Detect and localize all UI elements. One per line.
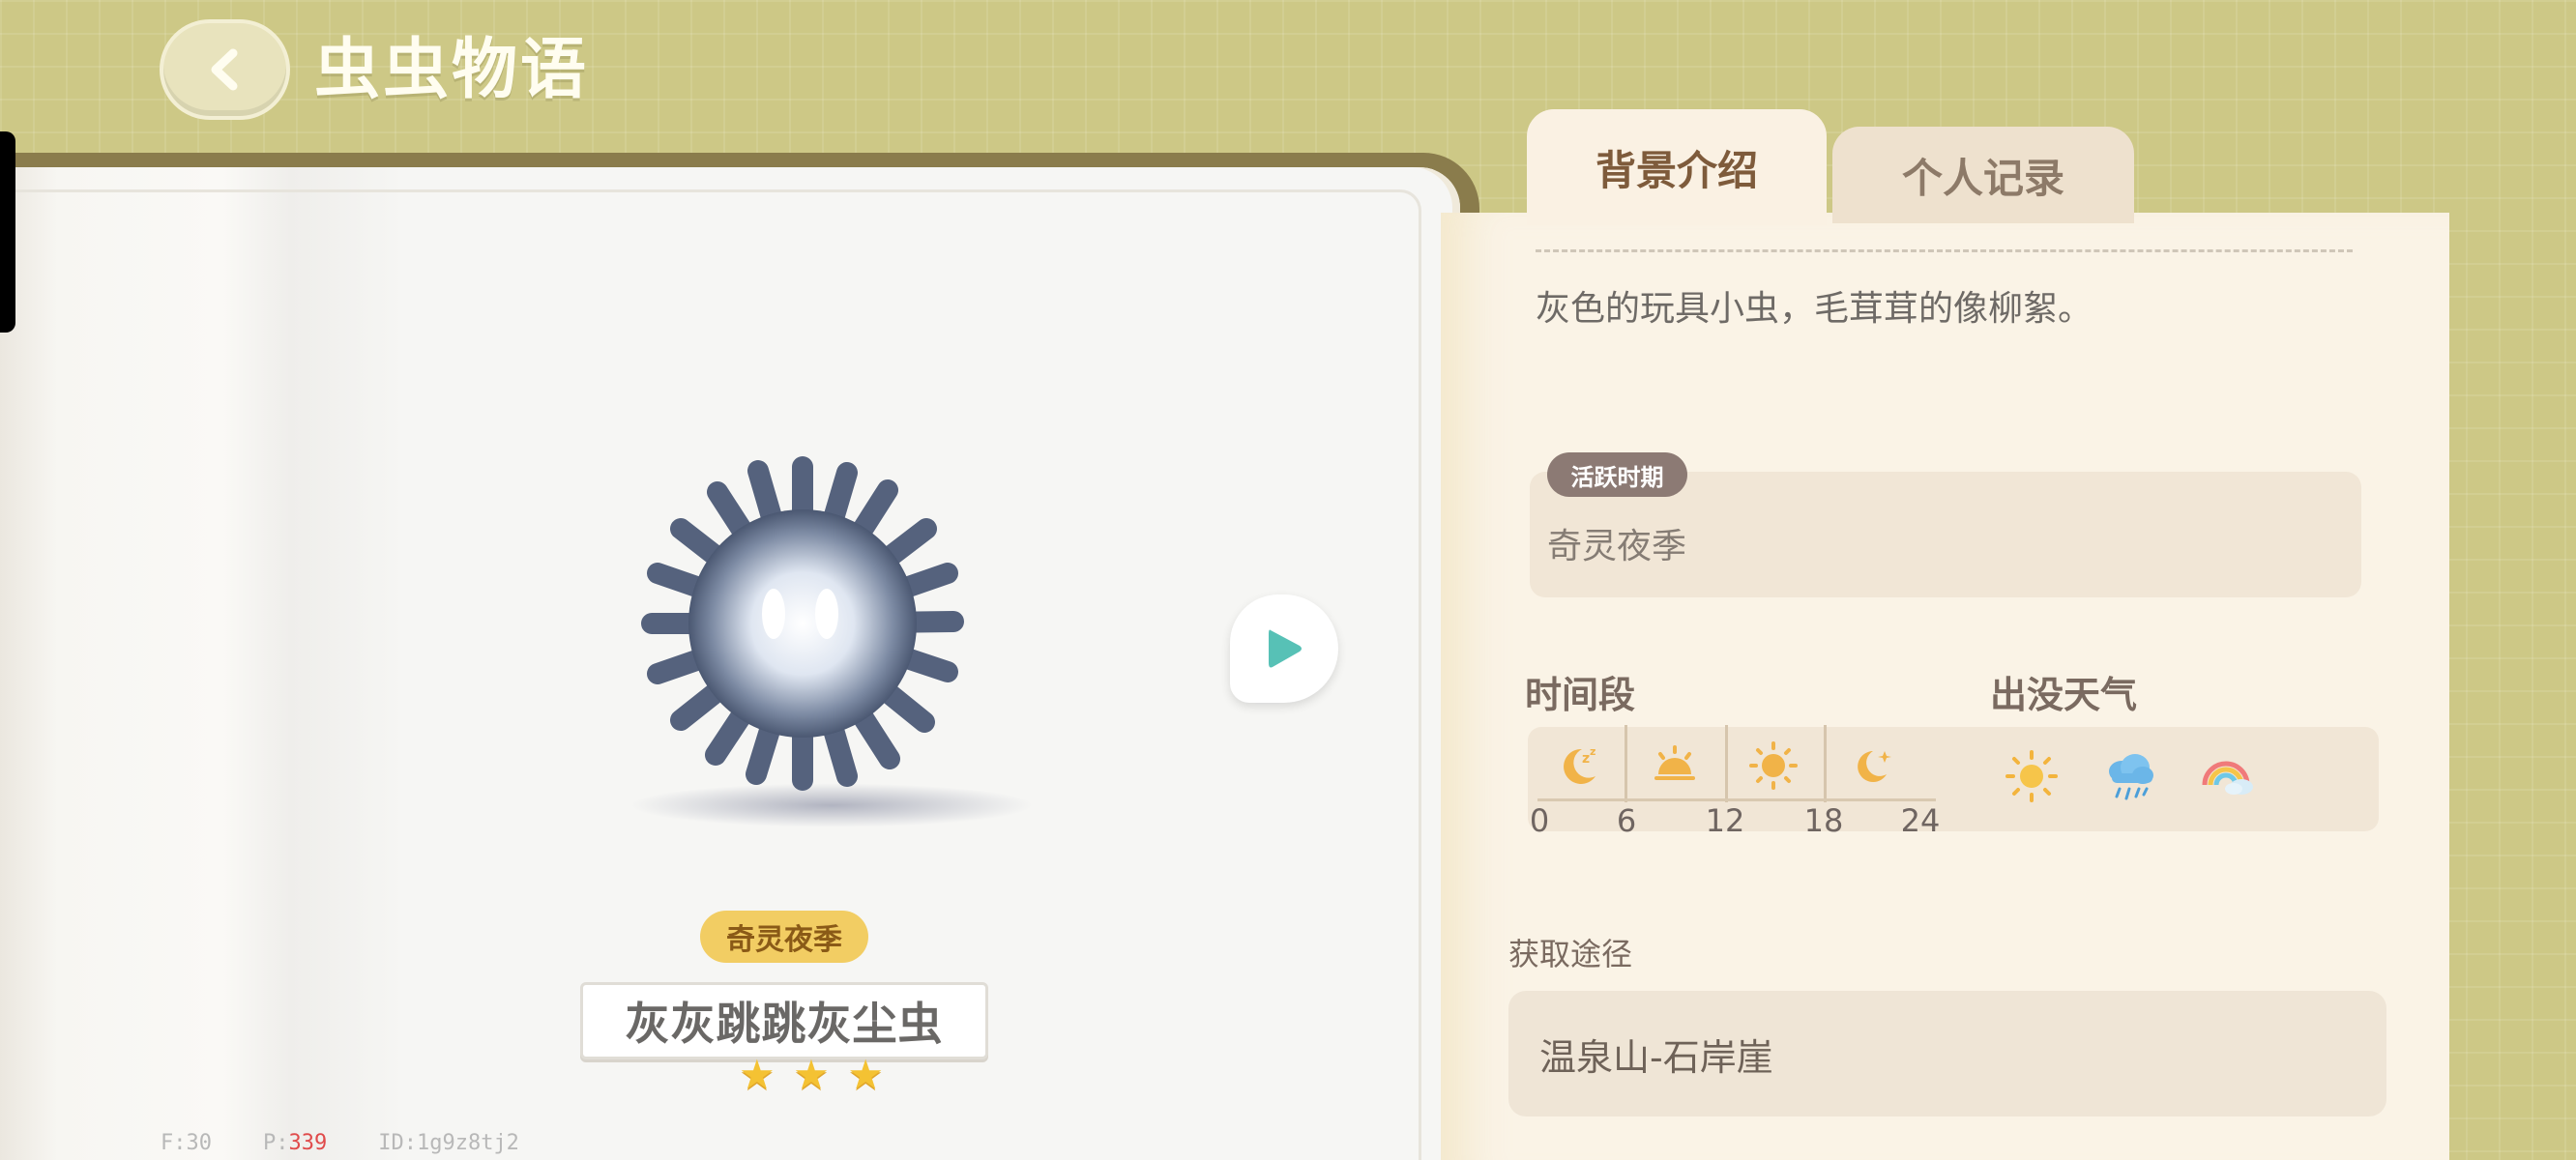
star-icon: ★: [793, 1051, 830, 1098]
star-icon: ★: [739, 1051, 776, 1098]
time-section-label: 时间段: [1525, 674, 1636, 716]
bug-description: 灰色的玩具小虫，毛茸茸的像柳絮。: [1536, 289, 2093, 329]
sunny-icon: [1998, 744, 2065, 808]
sunrise-icon: [1626, 735, 1723, 797]
night-moon-sleep-icon: z z: [1531, 735, 1627, 797]
tab-personal-record[interactable]: 个人记录: [1832, 127, 2134, 223]
back-button[interactable]: [160, 19, 290, 120]
left-edge-tab: [0, 131, 15, 333]
rainbow-icon: [2195, 744, 2263, 808]
page-title: 虫虫物语: [314, 32, 590, 108]
time-tick: 18: [1803, 802, 1844, 839]
divider: [1536, 249, 2353, 252]
rarity-stars: ★ ★ ★: [739, 1052, 884, 1098]
chevron-left-icon: [211, 48, 237, 91]
next-page-button[interactable]: [1230, 594, 1338, 703]
tab-background[interactable]: 背景介绍: [1527, 109, 1827, 225]
time-tick: 24: [1900, 802, 1941, 839]
active-period-label: 活跃时期: [1547, 452, 1687, 497]
dust-bug-illustration: [619, 440, 986, 807]
bug-name: 灰灰跳跳灰尘虫: [580, 982, 988, 1059]
moon-star-icon: [1824, 735, 1920, 797]
time-tick: 0: [1529, 802, 1550, 839]
time-tick: 6: [1616, 802, 1637, 839]
source-label: 获取途径: [1508, 936, 1633, 972]
debug-overlay: F:30 P:339 ID:1g9z8tj2: [161, 1131, 519, 1155]
rain-icon: [2096, 744, 2164, 808]
active-period-value: 奇灵夜季: [1547, 527, 1687, 566]
source-value: 温泉山-石岸崖: [1539, 1036, 1773, 1079]
star-icon: ★: [847, 1051, 884, 1098]
play-arrow-icon: [1269, 629, 1302, 668]
season-badge: 奇灵夜季: [700, 911, 868, 963]
svg-text:z: z: [1582, 751, 1590, 767]
time-axis: [1537, 798, 1936, 801]
weather-section-label: 出没天气: [1990, 674, 2138, 716]
svg-text:z: z: [1590, 745, 1595, 758]
sun-icon: [1725, 735, 1822, 797]
time-tick: 12: [1705, 802, 1745, 839]
